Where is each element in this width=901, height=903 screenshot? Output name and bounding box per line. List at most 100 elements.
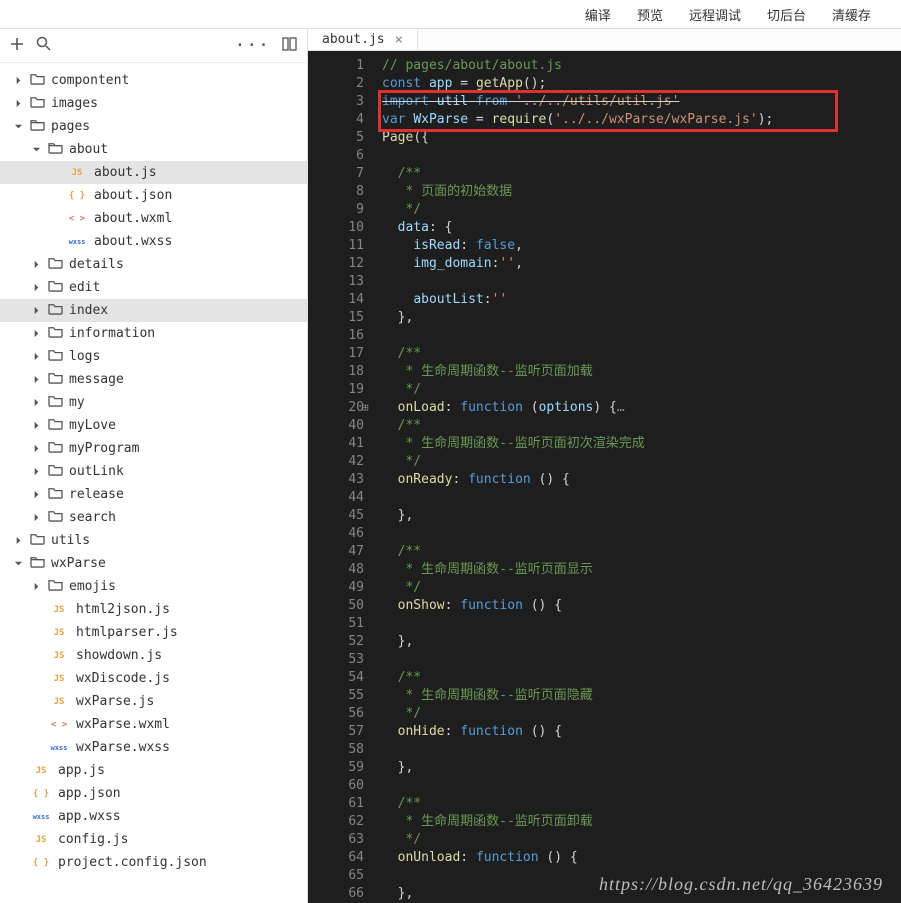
folder-pages[interactable]: pages <box>0 115 307 138</box>
file-tree[interactable]: compontentimagespagesaboutJSabout.jsabou… <box>0 63 307 903</box>
file-showdown.js[interactable]: JSshowdown.js <box>0 644 307 667</box>
close-icon[interactable]: × <box>395 32 403 48</box>
js-file-icon: JS <box>48 628 70 638</box>
file-about.wxss[interactable]: about.wxss <box>0 230 307 253</box>
file-wxParse.wxml[interactable]: wxParse.wxml <box>0 713 307 736</box>
folder-icon <box>48 141 63 158</box>
file-project.config.json[interactable]: project.config.json <box>0 851 307 874</box>
folder-logs[interactable]: logs <box>0 345 307 368</box>
caret-icon[interactable] <box>12 122 24 131</box>
caret-icon[interactable] <box>30 306 42 315</box>
tree-item-label: app.js <box>58 763 105 778</box>
folder-index[interactable]: index <box>0 299 307 322</box>
folder-message[interactable]: message <box>0 368 307 391</box>
menu-compile[interactable]: 编译 <box>585 5 611 24</box>
folder-about[interactable]: about <box>0 138 307 161</box>
caret-icon[interactable] <box>30 582 42 591</box>
caret-icon[interactable] <box>30 375 42 384</box>
tree-item-label: about.js <box>94 165 157 180</box>
caret-icon[interactable] <box>30 513 42 522</box>
file-wxDiscode.js[interactable]: JSwxDiscode.js <box>0 667 307 690</box>
tree-item-label: utils <box>51 533 90 548</box>
folder-icon <box>48 348 63 365</box>
menu-clear-cache[interactable]: 清缓存 <box>832 5 871 24</box>
wxss-file-icon <box>66 238 88 246</box>
folder-icon <box>48 394 63 411</box>
caret-icon[interactable] <box>30 421 42 430</box>
caret-icon[interactable] <box>12 559 24 568</box>
caret-icon[interactable] <box>30 352 42 361</box>
collapse-panel-icon[interactable] <box>282 36 297 55</box>
folder-search[interactable]: search <box>0 506 307 529</box>
search-icon[interactable] <box>36 36 51 55</box>
tree-item-label: compontent <box>51 73 129 88</box>
folder-icon <box>30 95 45 112</box>
folder-emojis[interactable]: emojis <box>0 575 307 598</box>
folder-icon <box>48 417 63 434</box>
file-app.json[interactable]: app.json <box>0 782 307 805</box>
explorer-toolbar: ··· <box>0 29 307 63</box>
tree-item-label: html2json.js <box>76 602 170 617</box>
caret-icon[interactable] <box>30 329 42 338</box>
folder-my[interactable]: my <box>0 391 307 414</box>
js-file-icon: JS <box>48 605 70 615</box>
tree-item-label: images <box>51 96 98 111</box>
caret-icon[interactable] <box>30 145 42 154</box>
file-about.wxml[interactable]: about.wxml <box>0 207 307 230</box>
more-icon[interactable]: ··· <box>234 35 270 56</box>
folder-myProgram[interactable]: myProgram <box>0 437 307 460</box>
caret-icon[interactable] <box>30 444 42 453</box>
caret-icon[interactable] <box>30 467 42 476</box>
caret-icon[interactable] <box>30 260 42 269</box>
js-file-icon: JS <box>30 766 52 776</box>
folder-icon <box>48 578 63 595</box>
folder-details[interactable]: details <box>0 253 307 276</box>
file-app.js[interactable]: JS app.js <box>0 759 307 782</box>
caret-icon[interactable] <box>12 76 24 85</box>
folder-wxParse[interactable]: wxParse <box>0 552 307 575</box>
tab-about-js[interactable]: about.js × <box>308 29 418 50</box>
folder-utils[interactable]: utils <box>0 529 307 552</box>
folder-edit[interactable]: edit <box>0 276 307 299</box>
folder-icon <box>48 302 63 319</box>
folder-icon <box>48 463 63 480</box>
file-htmlparser.js[interactable]: JShtmlparser.js <box>0 621 307 644</box>
file-about.js[interactable]: JSabout.js <box>0 161 307 184</box>
menu-background[interactable]: 切后台 <box>767 5 806 24</box>
json-file-icon <box>30 858 52 868</box>
code-content[interactable]: // pages/about/about.jsconst app = getAp… <box>378 51 901 903</box>
menu-remote-debug[interactable]: 远程调试 <box>689 5 741 24</box>
caret-icon[interactable] <box>30 283 42 292</box>
tree-item-label: information <box>69 326 155 341</box>
folder-information[interactable]: information <box>0 322 307 345</box>
folder-images[interactable]: images <box>0 92 307 115</box>
tree-item-label: wxDiscode.js <box>76 671 170 686</box>
caret-icon[interactable] <box>30 490 42 499</box>
caret-icon[interactable] <box>12 536 24 545</box>
tree-item-label: details <box>69 257 124 272</box>
code-area[interactable]: 1234567891011121314151617181920404142434… <box>308 51 901 903</box>
caret-icon[interactable] <box>30 398 42 407</box>
tree-item-label: about.wxml <box>94 211 172 226</box>
wxml-file-icon <box>66 214 88 224</box>
menu-preview[interactable]: 预览 <box>637 5 663 24</box>
folder-icon <box>48 509 63 526</box>
new-file-icon[interactable] <box>10 36 24 55</box>
file-wxParse.js[interactable]: JSwxParse.js <box>0 690 307 713</box>
file-html2json.js[interactable]: JS html2json.js <box>0 598 307 621</box>
js-file-icon: JS <box>48 697 70 707</box>
folder-compontent[interactable]: compontent <box>0 69 307 92</box>
file-about.json[interactable]: about.json <box>0 184 307 207</box>
file-config.js[interactable]: JSconfig.js <box>0 828 307 851</box>
file-app.wxss[interactable]: app.wxss <box>0 805 307 828</box>
editor-tabbar: about.js × <box>308 29 901 51</box>
folder-myLove[interactable]: myLove <box>0 414 307 437</box>
folder-outLink[interactable]: outLink <box>0 460 307 483</box>
caret-icon[interactable] <box>12 99 24 108</box>
tree-item-label: myLove <box>69 418 116 433</box>
fold-icon[interactable]: ⊞ <box>362 399 369 417</box>
main-split: ··· compontentimagespagesaboutJSabout.js… <box>0 28 901 903</box>
folder-release[interactable]: release <box>0 483 307 506</box>
file-wxParse.wxss[interactable]: wxParse.wxss <box>0 736 307 759</box>
tree-item-label: logs <box>69 349 100 364</box>
